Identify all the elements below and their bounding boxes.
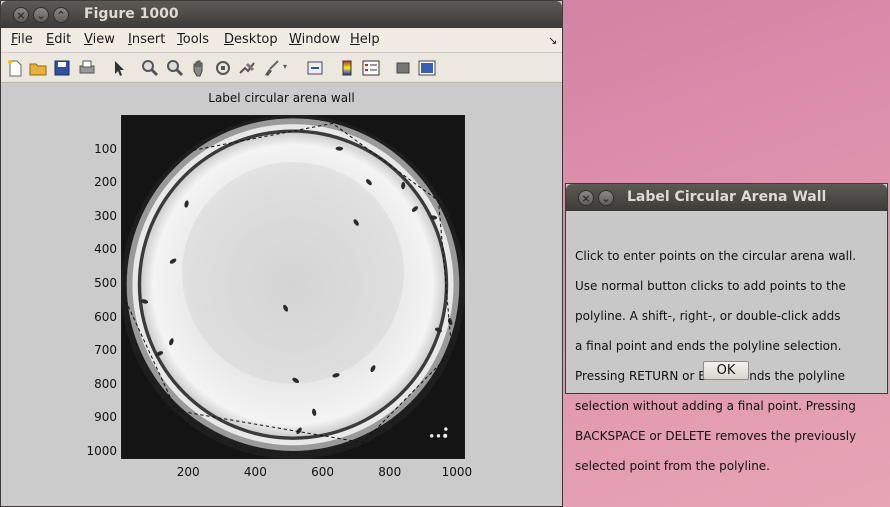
instruction-line: polyline. A shift-, right-, or double-cl… bbox=[575, 309, 841, 323]
dialog-title: Label Circular Arena Wall bbox=[627, 189, 827, 205]
link-icon[interactable] bbox=[305, 58, 325, 78]
fly-marker bbox=[335, 146, 344, 151]
menu-window[interactable]: Window bbox=[289, 32, 340, 47]
zoom-out-icon[interactable] bbox=[165, 58, 185, 78]
maximize-icon[interactable]: ⌃ bbox=[53, 7, 69, 23]
figure-title: Figure 1000 bbox=[84, 6, 179, 22]
data-cursor-icon[interactable] bbox=[237, 58, 257, 78]
pan-hand-icon[interactable] bbox=[189, 58, 209, 78]
menu-bar: File Edit View Insert Tools Desktop Wind… bbox=[1, 28, 562, 53]
menu-view[interactable]: View bbox=[84, 32, 115, 47]
menu-help[interactable]: Help bbox=[350, 32, 380, 47]
y-tick-label: 900 bbox=[94, 410, 117, 425]
y-tick-label: 1000 bbox=[86, 443, 117, 458]
figure-titlebar[interactable]: × ⌄ ⌃ Figure 1000 bbox=[1, 1, 562, 28]
instruction-line: selection without adding a final point. … bbox=[575, 399, 856, 413]
legend-icon[interactable] bbox=[361, 58, 381, 78]
y-tick-label: 300 bbox=[94, 208, 117, 223]
instruction-line: Click to enter points on the circular ar… bbox=[575, 249, 857, 263]
brush-icon[interactable] bbox=[261, 58, 281, 78]
menu-file[interactable]: File bbox=[11, 32, 33, 47]
y-tick-label: 500 bbox=[94, 275, 117, 290]
y-tick-label: 200 bbox=[94, 175, 117, 190]
label-dialog: × ⌄ Label Circular Arena Wall Click to e… bbox=[565, 183, 888, 473]
save-icon[interactable] bbox=[52, 58, 72, 78]
dialog-titlebar[interactable]: × ⌄ Label Circular Arena Wall bbox=[566, 184, 887, 211]
menu-insert[interactable]: Insert bbox=[128, 32, 165, 47]
x-tick-label: 600 bbox=[311, 465, 335, 479]
instruction-line: a final point and ends the polyline sele… bbox=[575, 339, 842, 353]
minimize-icon[interactable]: ⌄ bbox=[33, 7, 49, 23]
x-tick-label: 800 bbox=[378, 465, 402, 479]
figure-toolbar: ▾ bbox=[1, 53, 562, 83]
print-icon[interactable] bbox=[77, 58, 97, 78]
rotate-icon[interactable] bbox=[213, 58, 233, 78]
show-plot-tools-icon[interactable] bbox=[417, 58, 437, 78]
x-tick-label: 200 bbox=[176, 465, 200, 479]
menu-desktop[interactable]: Desktop bbox=[224, 32, 278, 47]
instruction-line: Use normal button clicks to add points t… bbox=[575, 279, 846, 293]
pointer-icon[interactable] bbox=[109, 58, 129, 78]
dialog-close-icon[interactable]: × bbox=[578, 190, 594, 206]
y-tick-label: 800 bbox=[94, 376, 117, 391]
open-folder-icon[interactable] bbox=[28, 58, 48, 78]
dock-arrow-icon[interactable]: ↘ bbox=[548, 34, 557, 47]
x-tick-label: 400 bbox=[243, 465, 267, 479]
new-file-icon[interactable] bbox=[5, 58, 25, 78]
hide-plot-tools-icon[interactable] bbox=[393, 58, 413, 78]
y-tick-label: 100 bbox=[94, 141, 117, 156]
arena-center-shade bbox=[182, 162, 404, 384]
brush-dropdown-icon[interactable]: ▾ bbox=[283, 62, 291, 82]
arena-image-axes[interactable] bbox=[121, 115, 465, 459]
figure-window: × ⌄ ⌃ Figure 1000 File Edit View Insert … bbox=[0, 0, 563, 507]
zoom-in-icon[interactable] bbox=[140, 58, 160, 78]
colorbar-icon[interactable] bbox=[337, 58, 357, 78]
x-tick-label: 1000 bbox=[441, 465, 473, 479]
ok-button[interactable]: OK bbox=[703, 361, 749, 380]
close-icon[interactable]: × bbox=[13, 7, 29, 23]
instruction-line: selected point from the polyline. bbox=[575, 459, 770, 473]
instruction-line: BACKSPACE or DELETE removes the previous… bbox=[575, 429, 857, 443]
dialog-minimize-icon[interactable]: ⌄ bbox=[598, 190, 614, 206]
y-tick-label: 600 bbox=[94, 309, 117, 324]
menu-tools[interactable]: Tools bbox=[177, 32, 209, 47]
y-tick-label: 700 bbox=[94, 343, 117, 358]
y-tick-label: 400 bbox=[94, 242, 117, 257]
menu-edit[interactable]: Edit bbox=[46, 32, 71, 47]
axes-title: Label circular arena wall bbox=[208, 91, 355, 105]
